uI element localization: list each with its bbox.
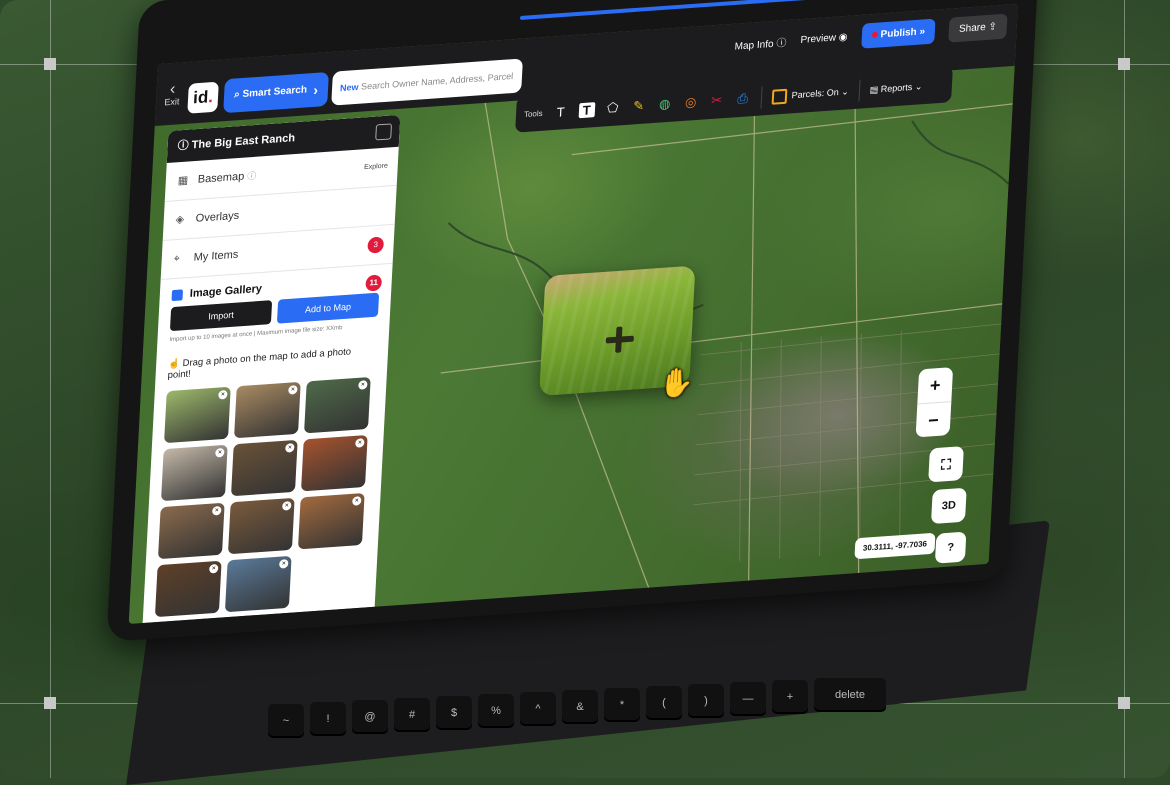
gallery-thumbnail[interactable]: × <box>157 502 225 560</box>
gallery-thumbnail[interactable]: × <box>297 492 365 550</box>
ring-tool-icon[interactable]: ◎ <box>682 94 699 111</box>
remove-thumbnail-icon[interactable]: × <box>212 505 222 516</box>
reports-menu[interactable]: ▤ Reports ⌄ <box>870 81 923 96</box>
chevron-left-icon: ‹ <box>169 80 176 99</box>
project-title: The Big East Ranch <box>191 132 296 152</box>
share-button[interactable]: Share ⇪ <box>948 13 1008 43</box>
ruler-tool-icon[interactable]: ✎ <box>630 98 647 115</box>
keyboard: ~ ! @ # $ % ^ & * ( ) — + delete <box>258 678 898 780</box>
gallery-thumbnail[interactable]: × <box>230 439 298 497</box>
smart-search-button[interactable]: ⌕ Smart Search › <box>223 71 329 114</box>
help-icon: ⓘ <box>247 170 257 182</box>
remove-thumbnail-icon[interactable]: × <box>285 443 295 453</box>
search-input[interactable]: New Search Owner Name, Address, Parcel I… <box>331 58 523 127</box>
gallery-thumbnail[interactable]: × <box>227 497 295 555</box>
textbox-tool-icon[interactable]: T <box>578 101 596 118</box>
share-icon: ⇪ <box>988 20 998 33</box>
remove-thumbnail-icon[interactable]: × <box>209 563 219 574</box>
polygon-tool-icon[interactable]: ⬠ <box>604 99 621 116</box>
zoom-in-button[interactable]: + <box>917 367 953 403</box>
map-info-button[interactable]: Map Info ⓘ <box>734 33 786 52</box>
info-icon: ⓘ <box>776 37 787 50</box>
explore-link[interactable]: Explore <box>363 147 389 187</box>
frame-icon: ⛶ <box>940 455 952 473</box>
map-icon: ▦ <box>177 174 189 188</box>
gallery-thumbnail[interactable]: × <box>164 386 231 444</box>
app-logo[interactable]: id. <box>187 81 219 114</box>
parcels-icon <box>771 88 788 105</box>
zoom-out-button[interactable]: − <box>915 401 952 439</box>
parcels-toggle[interactable]: Parcels: On ⌄ <box>771 84 850 105</box>
my-items-badge: 3 <box>367 236 385 254</box>
laptop: ~ ! @ # $ % ^ & * ( ) — + delete ✋ ‹ Exi… <box>0 0 1170 785</box>
preview-button[interactable]: Preview ◉ <box>800 31 848 45</box>
app-screen: ✋ ‹ Exit id. ⌕ Smart Search › New Search… <box>128 3 1019 625</box>
help-button[interactable]: ? <box>934 531 967 564</box>
chevron-down-icon: ⌄ <box>914 80 923 92</box>
layers-icon: ◈ <box>175 213 185 227</box>
gallery-thumbnail[interactable]: × <box>304 376 371 434</box>
delete-key: delete <box>814 678 886 712</box>
scissors-tool-icon[interactable]: ✂ <box>708 92 725 109</box>
pin-icon: ⌖ <box>173 252 181 266</box>
remove-thumbnail-icon[interactable]: × <box>288 385 298 395</box>
gallery-thumbnail[interactable]: × <box>234 381 301 439</box>
remove-thumbnail-icon[interactable]: × <box>218 389 228 400</box>
gallery-thumbnail[interactable]: × <box>160 444 228 502</box>
new-tag: New <box>339 81 359 94</box>
remove-thumbnail-icon[interactable]: × <box>355 438 365 448</box>
gallery-thumbnail[interactable]: × <box>224 555 292 613</box>
text-tool-icon[interactable]: T <box>552 104 569 120</box>
report-icon: ▤ <box>869 83 882 95</box>
status-dot <box>871 31 878 38</box>
remove-thumbnail-icon[interactable]: × <box>352 496 362 506</box>
double-chevron-icon: » <box>919 25 926 38</box>
chevron-right-icon: › <box>312 81 319 98</box>
image-icon <box>171 289 184 301</box>
tools-label: Tools <box>523 108 543 119</box>
grab-hand-icon: ✋ <box>658 366 696 400</box>
publish-button[interactable]: Publish » <box>860 18 936 49</box>
collapse-panel-icon[interactable] <box>375 123 393 141</box>
gallery-count-badge: 11 <box>365 274 383 292</box>
gallery-thumbnail[interactable]: × <box>154 560 222 618</box>
print-tool-icon[interactable]: ⎙ <box>734 90 751 107</box>
exit-button[interactable]: ‹ Exit <box>162 80 183 108</box>
remove-thumbnail-icon[interactable]: × <box>279 559 289 569</box>
focus-button[interactable]: ⛶ <box>928 446 964 483</box>
globe-tool-icon[interactable]: ◍ <box>656 96 673 113</box>
zoom-control: + − <box>915 367 954 439</box>
remove-thumbnail-icon[interactable]: × <box>282 501 292 511</box>
sidebar-panel: ⓘ The Big East Ranch ▦ Basemap ⓘ Explore … <box>142 114 401 624</box>
remove-thumbnail-icon[interactable]: × <box>358 380 368 390</box>
chevron-down-icon: ⌄ <box>841 85 850 97</box>
thumbnail-grid: × × × × × × × × × × × <box>143 376 387 618</box>
gallery-thumbnail[interactable]: × <box>300 434 368 492</box>
remove-thumbnail-icon[interactable]: × <box>215 447 225 458</box>
3d-button[interactable]: 3D <box>930 487 967 525</box>
info-icon: ⓘ <box>177 139 192 153</box>
eye-icon: ◉ <box>838 31 848 43</box>
